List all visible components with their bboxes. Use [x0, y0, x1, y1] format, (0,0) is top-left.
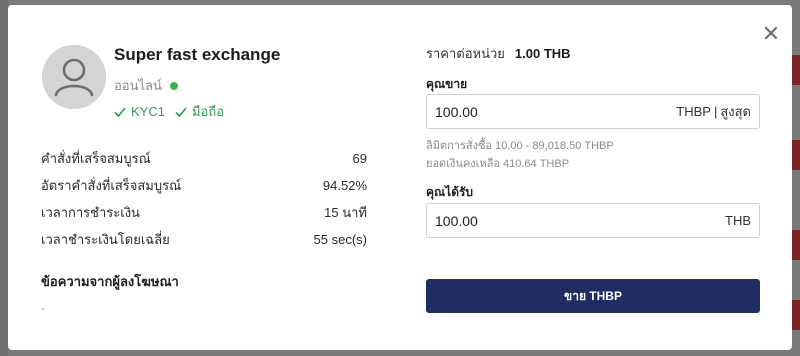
- status-label: ออนไลน์: [114, 78, 162, 93]
- unit-price-value: 1.00 THB: [514, 46, 571, 61]
- balance-text: ยอดเงินคงเหลือ 410.64 THBP: [426, 158, 570, 170]
- avatar: [42, 45, 106, 109]
- unit-price: ราคาต่อหน่วย 1.00 THB: [426, 43, 571, 64]
- sell-currency: THBP: [676, 104, 711, 119]
- sell-amount-input[interactable]: [435, 103, 677, 120]
- receive-amount-field[interactable]: THB: [426, 203, 760, 238]
- stat-row: เวลาชำระเงินโดยเฉลี่ย 55 sec(s): [41, 232, 367, 247]
- user-icon: [42, 45, 106, 109]
- p2p-sell-modal: Super fast exchange ออนไลน์ KYC1 มือถือ …: [8, 5, 792, 350]
- sell-amount-label: คุณขาย: [426, 77, 468, 91]
- background-page-edge: [0, 0, 8, 356]
- receive-amount-label: คุณได้รับ: [426, 185, 474, 199]
- stat-row: อัตราคำสั่งที่เสร็จสมบูรณ์ 94.52%: [41, 178, 367, 193]
- max-button[interactable]: สูงสุด: [720, 104, 751, 119]
- background-page-accent: [792, 55, 800, 85]
- seller-stats: คำสั่งที่เสร็จสมบูรณ์ 69 อัตราคำสั่งที่เ…: [41, 145, 367, 253]
- background-page-accent: [792, 230, 800, 260]
- badge-kyc: KYC1: [114, 104, 165, 119]
- receive-currency: THB: [725, 213, 751, 228]
- receive-amount-input[interactable]: [435, 212, 725, 229]
- background-page-accent: [792, 300, 800, 330]
- seller-name: Super fast exchange: [114, 45, 281, 64]
- close-icon[interactable]: [761, 23, 781, 43]
- unit-price-label: ราคาต่อหน่วย: [426, 46, 505, 61]
- advertiser-message-heading: ข้อความจากผู้ลงโฆษณา: [41, 274, 179, 289]
- badge-mobile: มือถือ: [175, 101, 224, 122]
- check-icon: [114, 106, 126, 117]
- check-icon: [175, 106, 187, 117]
- sell-amount-field[interactable]: THBP|สูงสุด: [426, 94, 760, 129]
- stat-row: คำสั่งที่เสร็จสมบูรณ์ 69: [41, 151, 367, 166]
- background-page-accent: [792, 140, 800, 170]
- sell-amount-suffix: THBP | สูงสุด: [676, 104, 751, 119]
- stat-row: เวลาการชำระเงิน 15 นาที: [41, 205, 367, 220]
- order-limit-text: ลิมิตการสั่งซื้อ 10.00 - 89,018.50 THBP: [426, 140, 614, 152]
- verification-badges: KYC1 มือถือ: [114, 101, 234, 122]
- online-status: ออนไลน์: [114, 75, 178, 96]
- sell-button[interactable]: ขาย THBP: [426, 279, 760, 313]
- advertiser-message-body: -: [41, 303, 45, 315]
- online-dot-icon: [169, 81, 178, 90]
